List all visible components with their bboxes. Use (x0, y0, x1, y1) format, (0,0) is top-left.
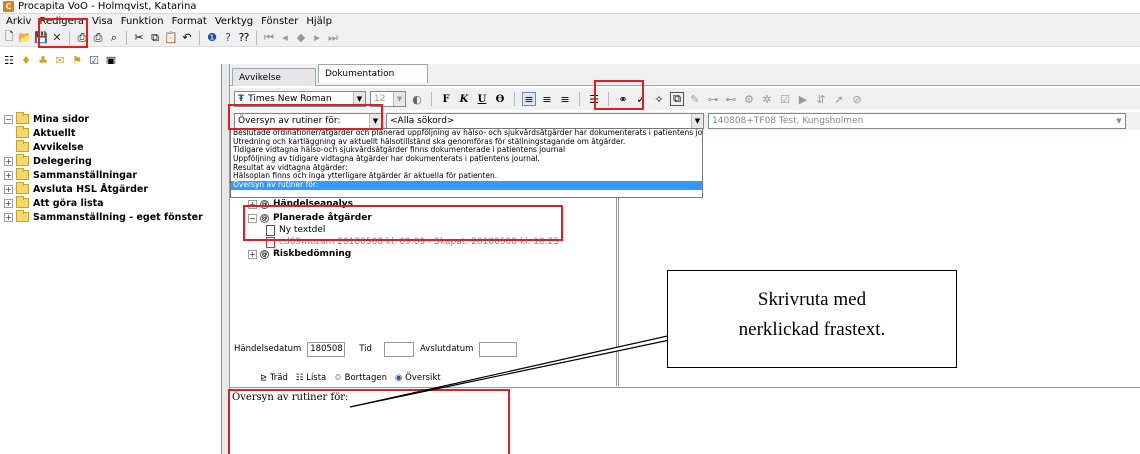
callout-line-1: Skrivruta med (757, 289, 867, 310)
callout-pointer (349, 321, 731, 408)
callout-line-2: nerklickad frastext. (738, 319, 886, 340)
callout-box: Skrivruta med nerklickad frastext. (667, 270, 957, 368)
